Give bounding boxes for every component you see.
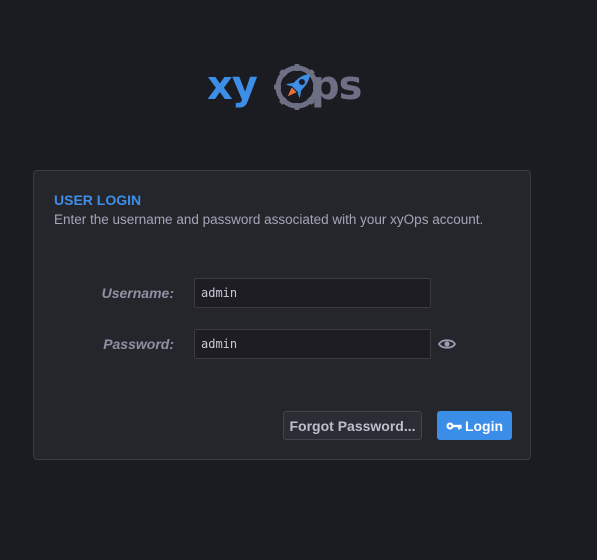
password-label: Password: [103,336,174,352]
username-label: Username: [101,285,174,301]
logo-text-ps: ps [311,63,362,109]
panel-title: USER LOGIN [54,192,142,208]
username-field[interactable] [194,278,431,308]
login-button[interactable]: Login [437,411,512,440]
forgot-password-label: Forgot Password... [289,417,416,434]
logo-text-xy: xy [207,63,258,109]
eye-icon[interactable] [438,337,456,351]
forgot-password-button[interactable]: Forgot Password... [283,411,422,440]
xyops-logo: xy ps [207,58,367,114]
login-panel: USER LOGIN Enter the username and passwo… [33,170,531,460]
password-field[interactable] [194,329,431,359]
panel-description: Enter the username and password associat… [54,212,484,227]
login-page: xy ps USER LOGIN Enter the username and … [0,0,597,560]
key-icon [446,422,462,429]
login-label: Login [464,417,504,434]
